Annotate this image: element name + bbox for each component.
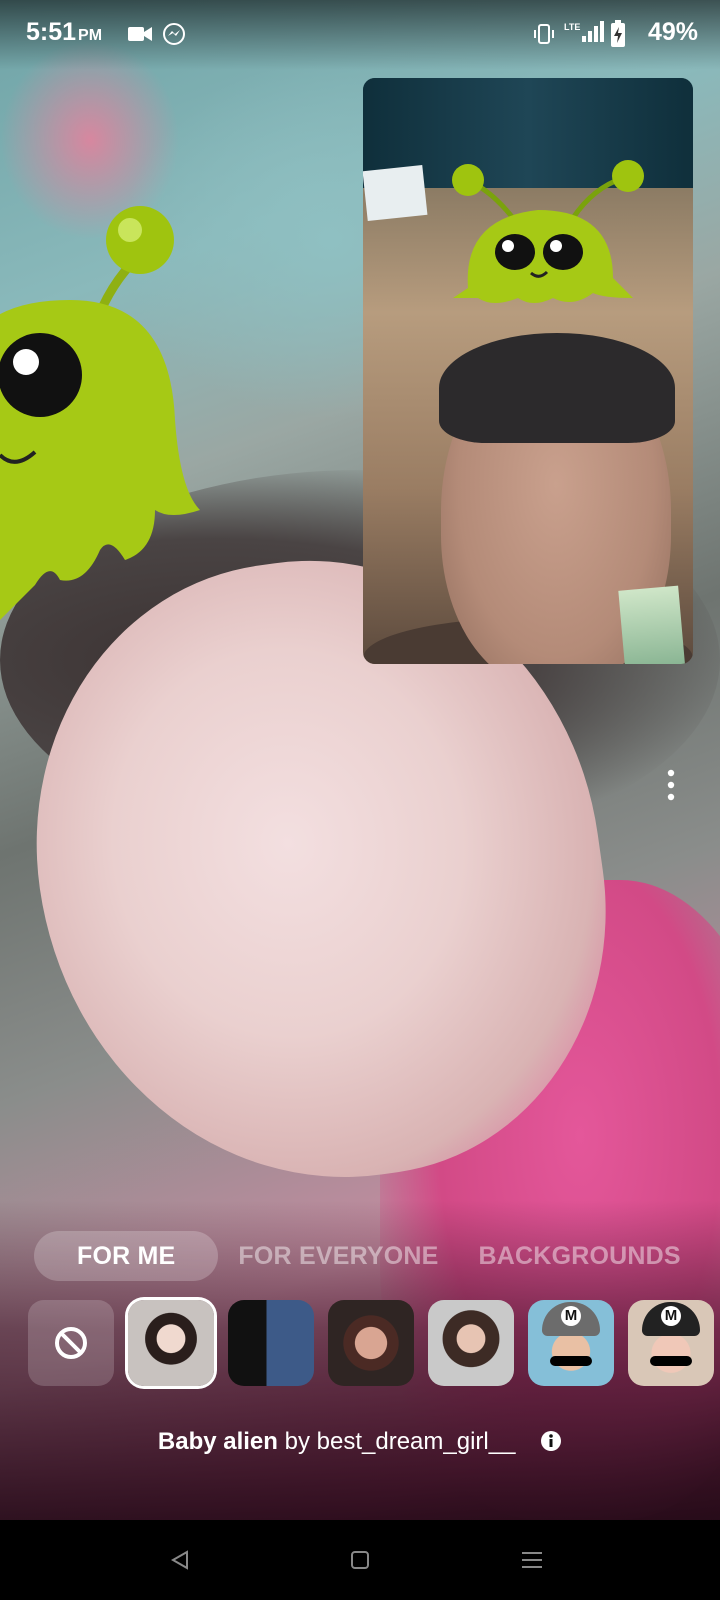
effect-thumbnail[interactable]	[428, 1300, 514, 1386]
effect-name: Baby alien	[157, 1428, 278, 1455]
lte-signal-icon: LTE	[564, 21, 604, 42]
pip-paper	[363, 165, 428, 221]
recents-menu-icon	[522, 1552, 542, 1568]
more-options-icon[interactable]	[660, 768, 682, 802]
baby-alien-effect	[0, 206, 200, 620]
battery-charging-icon	[611, 20, 625, 47]
home-square-icon	[351, 1551, 369, 1569]
mustache-icon	[650, 1356, 692, 1366]
effects-carousel: M M	[28, 1300, 714, 1386]
status-bar: 5:51 PM LTE 49%	[0, 0, 720, 70]
tab-for-everyone[interactable]: FOR EVERYONE	[218, 1231, 458, 1281]
mustache-icon	[550, 1356, 592, 1366]
baby-alien-effect-self	[452, 160, 644, 303]
effects-tabs: FOR ME FOR EVERYONE BACKGROUNDS	[34, 1230, 701, 1282]
pip-box	[618, 585, 688, 664]
svg-text:LTE: LTE	[564, 22, 580, 32]
cap-icon: M	[642, 1302, 700, 1336]
vibrate-icon	[534, 24, 554, 44]
credit-by: by	[284, 1428, 310, 1455]
system-nav-bar	[0, 1520, 720, 1600]
effect-thumbnail[interactable]	[228, 1300, 314, 1386]
video-camera-icon	[128, 27, 152, 41]
nav-recents-button[interactable]	[512, 1542, 552, 1578]
nav-home-button[interactable]	[340, 1542, 380, 1578]
effect-thumbnail[interactable]: M	[528, 1300, 614, 1386]
effect-author[interactable]: best_dream_girl__	[317, 1428, 516, 1455]
prohibited-icon	[55, 1327, 87, 1359]
status-time: 5:51 PM	[26, 18, 103, 46]
tab-for-me[interactable]: FOR ME	[34, 1231, 219, 1281]
back-triangle-icon	[170, 1550, 188, 1570]
info-icon[interactable]	[540, 1430, 562, 1452]
no-effect-button[interactable]	[28, 1300, 114, 1386]
tab-backgrounds[interactable]: BACKGROUNDS	[459, 1231, 701, 1281]
effect-thumbnail[interactable]: M	[628, 1300, 714, 1386]
effect-thumbnail[interactable]	[328, 1300, 414, 1386]
self-hair	[439, 333, 675, 443]
effect-credit: Baby alien by best_dream_girl__	[0, 1428, 720, 1456]
cap-icon: M	[542, 1302, 600, 1336]
messenger-icon	[163, 23, 185, 45]
battery-percent: 49%	[647, 18, 698, 46]
nav-back-button[interactable]	[160, 1542, 200, 1578]
self-view-pip[interactable]	[363, 78, 693, 664]
effect-thumbnail-selected[interactable]	[128, 1300, 214, 1386]
